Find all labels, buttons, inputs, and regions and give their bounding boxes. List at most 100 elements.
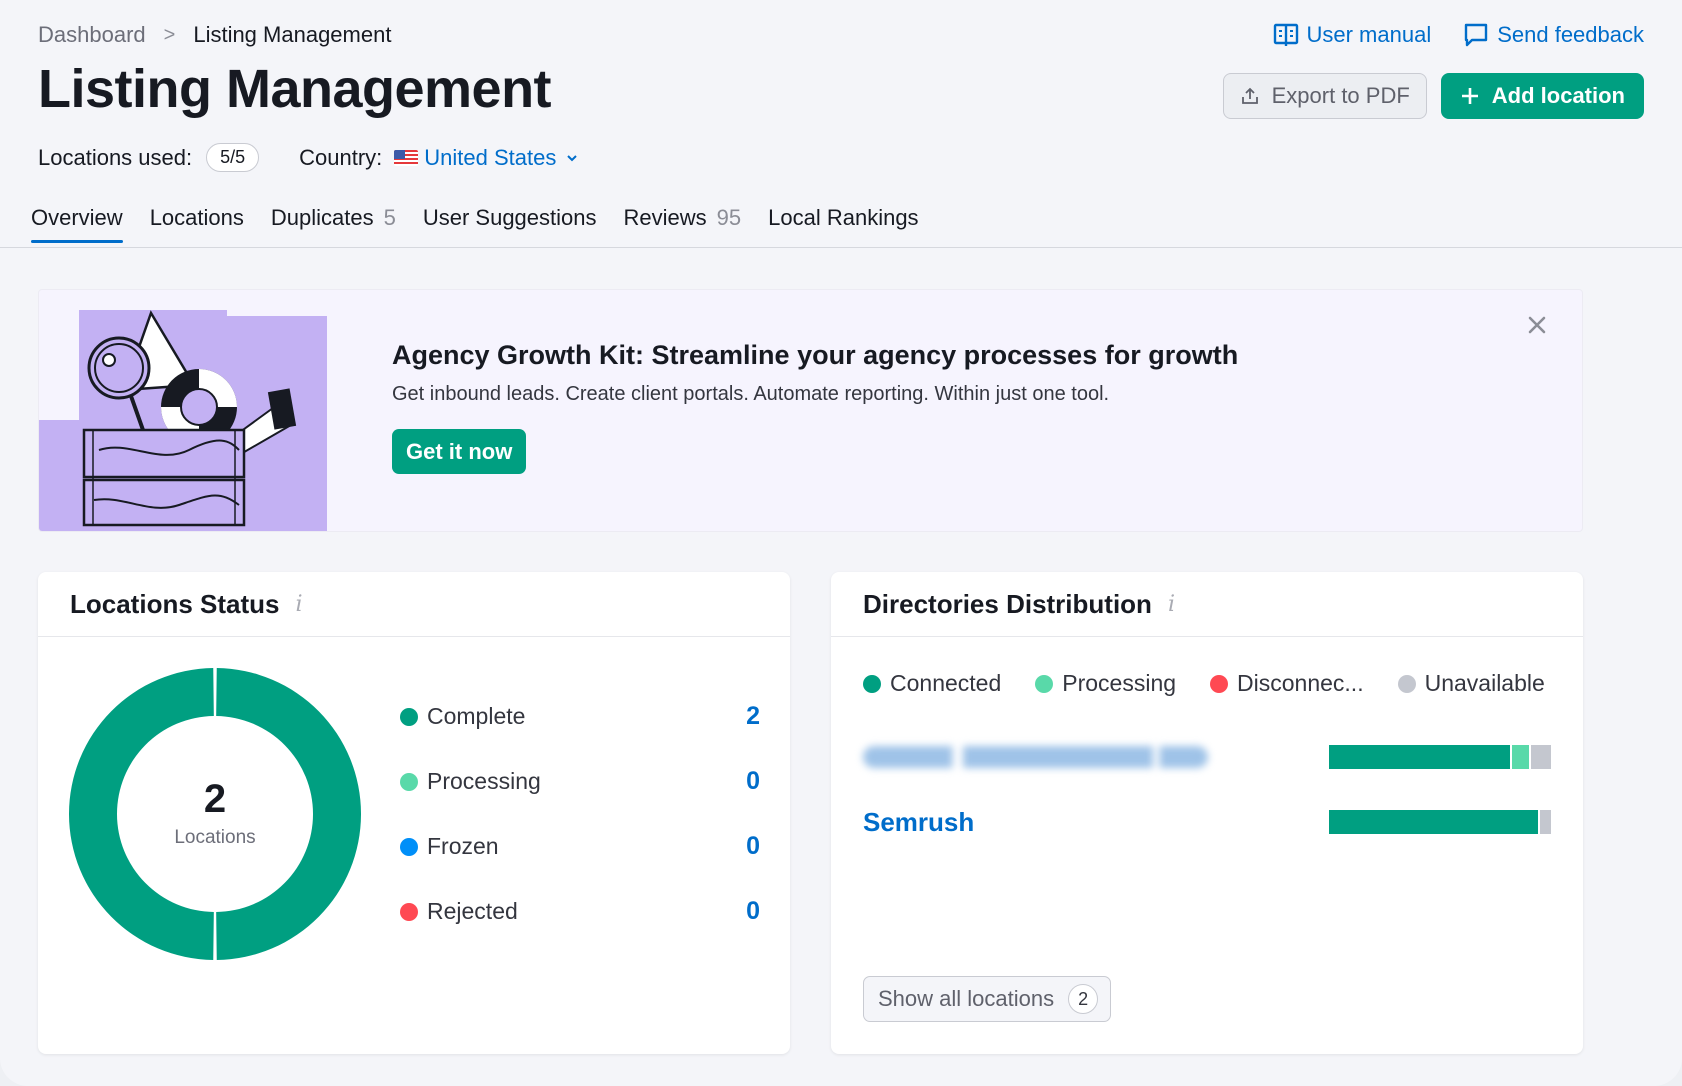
export-pdf-button[interactable]: Export to PDF [1222, 73, 1427, 119]
tab-overview[interactable]: Overview [31, 205, 123, 243]
locations-used-label: Locations used: [38, 144, 193, 170]
user-manual-label: User manual [1306, 22, 1432, 47]
locations-status-card: Locations Status i 2 Locations Complete … [38, 572, 790, 1054]
legend-label: Connected [890, 670, 1002, 696]
country-label: Country: [299, 144, 383, 170]
card-header: Directories Distribution i [831, 572, 1583, 637]
info-icon[interactable]: i [295, 592, 302, 617]
user-manual-link[interactable]: User manual [1273, 22, 1432, 48]
show-all-locations-button[interactable]: Show all locations 2 [863, 976, 1112, 1022]
send-feedback-link[interactable]: Send feedback [1463, 22, 1644, 48]
legend-dot-icon [863, 674, 881, 693]
donut-total-label: Locations [174, 827, 256, 848]
listing-management-page: Dashboard > Listing Management Listing M… [0, 0, 1682, 1086]
tab-label: Local Rankings [768, 205, 919, 230]
meta-row: Locations used: 5/5 Country: United Stat… [38, 143, 578, 172]
tab-count: 95 [716, 205, 742, 230]
directories-legend: Connected Processing Disconnec... Unavai… [863, 670, 1545, 697]
book-icon [1273, 23, 1298, 46]
toolbox-illustration-icon [39, 310, 327, 531]
card-title: Directories Distribution [863, 588, 1152, 619]
directory-row: Semrush [863, 802, 1551, 842]
legend-dot-icon [1397, 674, 1416, 693]
tab-duplicates[interactable]: Duplicates 5 [271, 205, 396, 242]
locations-used-badge: 5/5 [206, 143, 260, 172]
info-icon[interactable]: i [1168, 592, 1175, 617]
header-links: User manual Send feedback [1273, 22, 1644, 48]
banner-description: Get inbound leads. Create client portals… [392, 383, 1110, 405]
directory-name-redacted[interactable] [863, 746, 1208, 768]
legend-processing: Processing [1035, 670, 1176, 697]
breadcrumb-separator-icon: > [163, 23, 176, 46]
tab-count: 5 [383, 205, 396, 230]
directory-status-bar [1329, 745, 1551, 769]
directory-name[interactable]: Semrush [863, 807, 974, 838]
show-all-label: Show all locations [878, 986, 1055, 1011]
get-it-now-button[interactable]: Get it now [392, 429, 527, 474]
legend-dot-icon [1035, 674, 1054, 693]
banner-title: Agency Growth Kit: Streamline your agenc… [392, 340, 1239, 370]
header-actions: Export to PDF Add location [1222, 73, 1644, 119]
card-title: Locations Status [70, 588, 280, 619]
status-value[interactable]: 2 [746, 702, 760, 731]
tab-locations[interactable]: Locations [150, 205, 244, 242]
breadcrumb-dashboard-link[interactable]: Dashboard [38, 22, 146, 48]
legend-label: Disconnec... [1237, 670, 1364, 696]
donut-center: 2 Locations [69, 668, 361, 960]
tab-label: Locations [149, 205, 244, 230]
status-value[interactable]: 0 [746, 832, 760, 861]
directories-distribution-card: Directories Distribution i Connected Pro… [831, 572, 1583, 1054]
tabs-divider [0, 247, 1682, 248]
status-value[interactable]: 0 [746, 767, 760, 796]
legend-unavailable: Unavailable [1397, 670, 1545, 697]
tab-bar: Overview Locations Duplicates 5 User Sugg… [31, 205, 919, 243]
add-location-label: Add location [1491, 83, 1625, 108]
tab-label: Duplicates [270, 205, 374, 230]
us-flag-icon [394, 149, 419, 166]
status-label: Processing [427, 768, 541, 794]
status-legend: Complete 2 Processing 0 Frozen 0 Rejecte… [400, 684, 760, 944]
tab-label: Overview [31, 205, 123, 230]
status-row-complete: Complete 2 [400, 684, 760, 749]
tab-local-rankings[interactable]: Local Rankings [768, 205, 918, 242]
legend-label: Processing [1062, 670, 1177, 696]
legend-label: Unavailable [1424, 670, 1545, 696]
chevron-down-icon [567, 154, 578, 161]
bar-segment-unavailable [1539, 810, 1551, 834]
chat-bubble-icon [1465, 23, 1488, 47]
status-dot-icon [400, 902, 418, 921]
breadcrumb-current: Listing Management [193, 22, 392, 47]
legend-dot-icon [1210, 674, 1229, 693]
close-icon[interactable] [1526, 314, 1548, 336]
tab-label: Reviews [623, 205, 707, 230]
bar-segment-connected [1329, 745, 1510, 769]
upload-icon [1241, 87, 1258, 104]
bar-segment-unavailable [1531, 745, 1551, 769]
status-value[interactable]: 0 [746, 897, 760, 926]
status-row-frozen: Frozen 0 [400, 814, 760, 879]
card-header: Locations Status i [38, 572, 790, 637]
status-label: Rejected [427, 898, 518, 924]
status-dot-icon [400, 772, 418, 791]
donut-total: 2 [203, 777, 227, 821]
status-row-processing: Processing 0 [400, 749, 760, 814]
status-dot-icon [400, 707, 418, 726]
status-label: Complete [427, 703, 526, 729]
tab-reviews[interactable]: Reviews 95 [624, 205, 742, 242]
plus-icon [1461, 88, 1478, 104]
page-title: Listing Management [38, 59, 552, 119]
promo-banner: Agency Growth Kit: Streamline your agenc… [38, 289, 1583, 532]
show-all-count-badge: 2 [1068, 984, 1099, 1014]
breadcrumb: Dashboard > Listing Management [38, 22, 391, 48]
add-location-button[interactable]: Add location [1440, 73, 1644, 119]
country-selector[interactable]: United States [424, 145, 578, 171]
directory-status-bar [1329, 810, 1551, 834]
directory-row [863, 737, 1551, 777]
bar-segment-processing [1511, 745, 1530, 769]
legend-connected: Connected [863, 670, 1001, 697]
status-label: Frozen [427, 833, 499, 859]
tab-label: User Suggestions [422, 205, 597, 230]
status-dot-icon [400, 837, 418, 856]
tab-user-suggestions[interactable]: User Suggestions [423, 205, 597, 242]
bar-segment-connected [1329, 810, 1538, 834]
